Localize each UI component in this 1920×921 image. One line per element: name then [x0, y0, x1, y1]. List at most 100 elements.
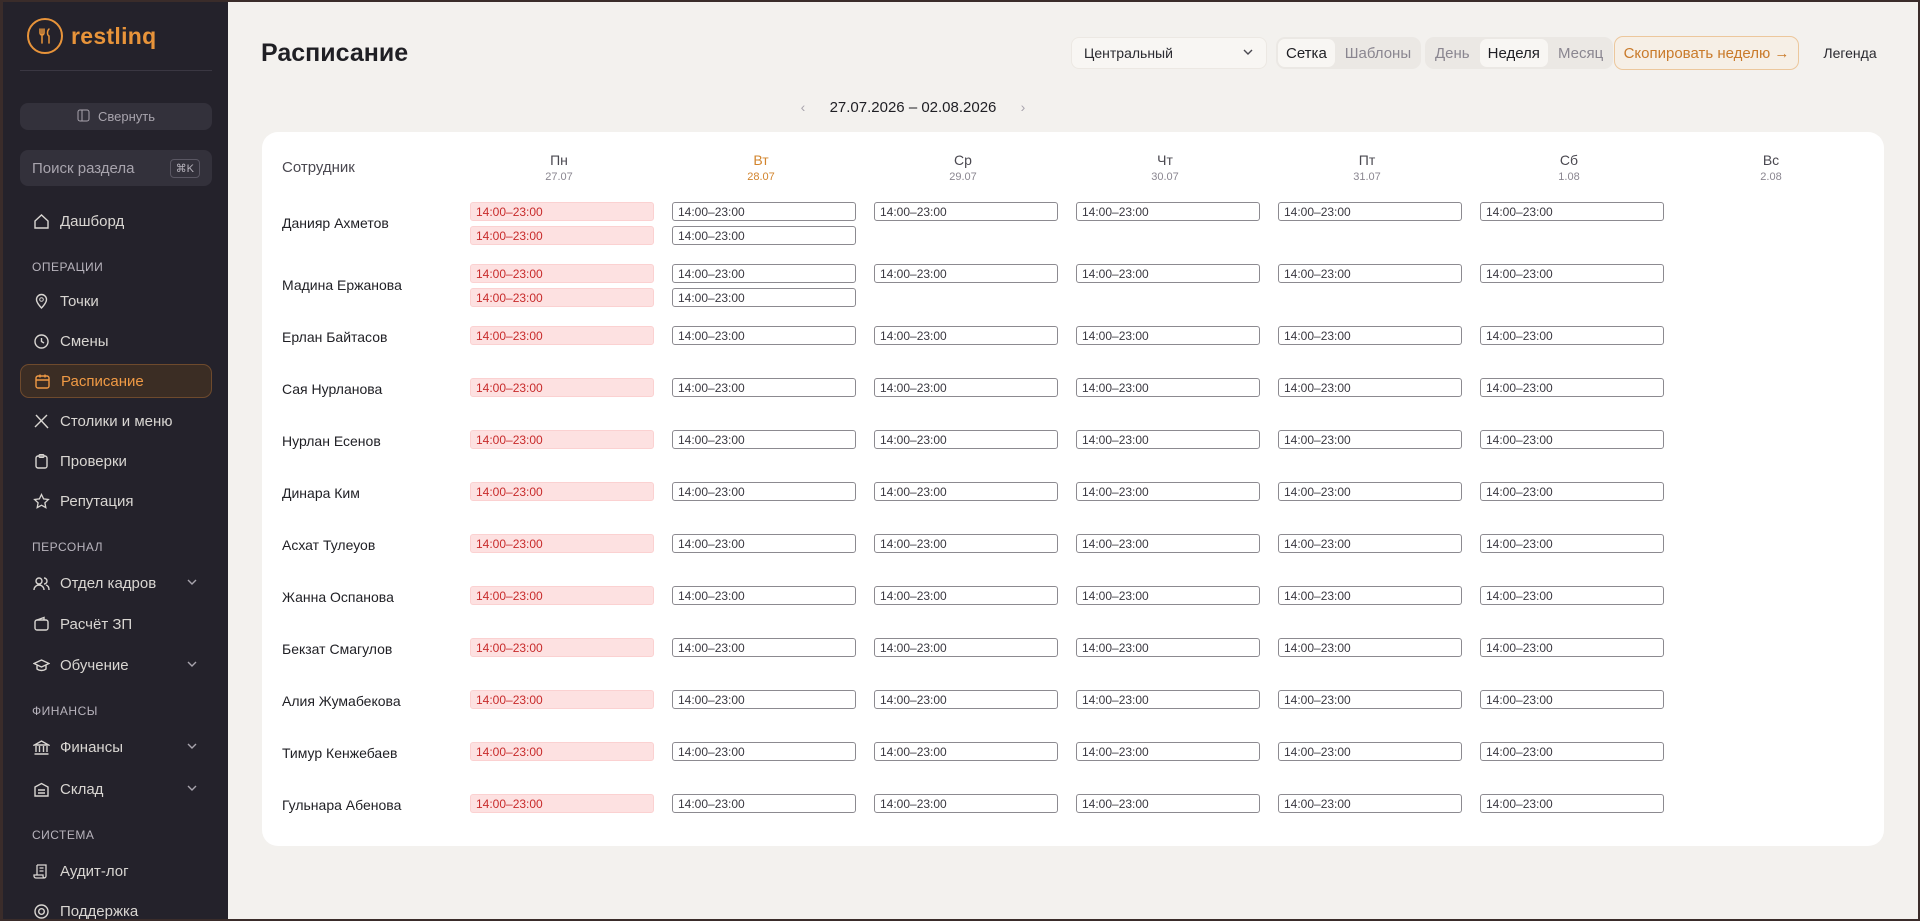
shift-cell[interactable]: 14:00–23:00 — [672, 288, 856, 307]
shift-cell-conflict[interactable]: 14:00–23:00 — [470, 638, 654, 657]
shift-cell[interactable]: 14:00–23:00 — [1480, 586, 1664, 605]
shift-cell[interactable]: 14:00–23:00 — [874, 202, 1058, 221]
sidebar-item-tables-menu[interactable]: Столики и меню — [20, 404, 212, 438]
collapse-sidebar-button[interactable]: Свернуть — [20, 103, 212, 130]
employee-name[interactable]: Гульнара Абенова — [282, 797, 401, 813]
employee-name[interactable]: Жанна Оспанова — [282, 589, 394, 605]
shift-cell[interactable]: 14:00–23:00 — [672, 378, 856, 397]
sidebar-item-payroll[interactable]: Расчёт ЗП — [20, 607, 212, 641]
shift-cell[interactable]: 14:00–23:00 — [1076, 534, 1260, 553]
shift-cell-conflict[interactable]: 14:00–23:00 — [470, 202, 654, 221]
shift-cell-conflict[interactable]: 14:00–23:00 — [470, 742, 654, 761]
shift-cell-conflict[interactable]: 14:00–23:00 — [470, 690, 654, 709]
shift-cell[interactable]: 14:00–23:00 — [874, 586, 1058, 605]
employee-name[interactable]: Мадина Ержанова — [282, 277, 402, 293]
shift-cell[interactable]: 14:00–23:00 — [1076, 742, 1260, 761]
sidebar-item-audit[interactable]: Аудит-лог — [20, 854, 212, 888]
shift-cell[interactable]: 14:00–23:00 — [1278, 482, 1462, 501]
shift-cell[interactable]: 14:00–23:00 — [1076, 378, 1260, 397]
shift-cell[interactable]: 14:00–23:00 — [672, 264, 856, 283]
view-grid-button[interactable]: Сетка — [1278, 39, 1335, 67]
sidebar-item-shifts[interactable]: Смены — [20, 324, 212, 358]
shift-cell[interactable]: 14:00–23:00 — [1480, 326, 1664, 345]
shift-cell[interactable]: 14:00–23:00 — [1076, 638, 1260, 657]
shift-cell[interactable]: 14:00–23:00 — [672, 794, 856, 813]
shift-cell[interactable]: 14:00–23:00 — [1278, 202, 1462, 221]
shift-cell[interactable]: 14:00–23:00 — [874, 794, 1058, 813]
shift-cell[interactable]: 14:00–23:00 — [672, 690, 856, 709]
shift-cell-conflict[interactable]: 14:00–23:00 — [470, 326, 654, 345]
location-select[interactable]: Центральный — [1071, 37, 1267, 69]
employee-name[interactable]: Нурлан Есенов — [282, 433, 381, 449]
shift-cell[interactable]: 14:00–23:00 — [672, 326, 856, 345]
shift-cell[interactable]: 14:00–23:00 — [1278, 586, 1462, 605]
sidebar-item-schedule[interactable]: Расписание — [20, 364, 212, 398]
sidebar-item-points[interactable]: Точки — [20, 284, 212, 318]
shift-cell[interactable]: 14:00–23:00 — [1076, 586, 1260, 605]
shift-cell[interactable]: 14:00–23:00 — [1278, 378, 1462, 397]
sidebar-item-reputation[interactable]: Репутация — [20, 484, 212, 518]
employee-name[interactable]: Сая Нурланова — [282, 381, 382, 397]
sidebar-item-hr[interactable]: Отдел кадров — [20, 566, 212, 600]
period-month-button[interactable]: Месяц — [1550, 39, 1611, 67]
shift-cell[interactable]: 14:00–23:00 — [1480, 638, 1664, 657]
employee-name[interactable]: Бекзат Смагулов — [282, 641, 392, 657]
brand-logo[interactable]: restlinq — [27, 18, 156, 54]
shift-cell[interactable]: 14:00–23:00 — [672, 638, 856, 657]
shift-cell[interactable]: 14:00–23:00 — [672, 430, 856, 449]
shift-cell[interactable]: 14:00–23:00 — [1076, 690, 1260, 709]
sidebar-item-checks[interactable]: Проверки — [20, 444, 212, 478]
copy-week-button[interactable]: Скопировать неделю → — [1614, 36, 1799, 70]
shift-cell-conflict[interactable]: 14:00–23:00 — [470, 226, 654, 245]
shift-cell[interactable]: 14:00–23:00 — [1076, 430, 1260, 449]
shift-cell[interactable]: 14:00–23:00 — [1076, 202, 1260, 221]
shift-cell[interactable]: 14:00–23:00 — [672, 742, 856, 761]
shift-cell[interactable]: 14:00–23:00 — [874, 430, 1058, 449]
shift-cell[interactable]: 14:00–23:00 — [874, 690, 1058, 709]
shift-cell-conflict[interactable]: 14:00–23:00 — [470, 482, 654, 501]
sidebar-item-dashboard[interactable]: Дашборд — [20, 204, 212, 238]
employee-name[interactable]: Асхат Тулеуов — [282, 537, 375, 553]
shift-cell[interactable]: 14:00–23:00 — [1278, 430, 1462, 449]
shift-cell[interactable]: 14:00–23:00 — [1278, 742, 1462, 761]
shift-cell[interactable]: 14:00–23:00 — [1480, 378, 1664, 397]
shift-cell[interactable]: 14:00–23:00 — [1278, 638, 1462, 657]
shift-cell-conflict[interactable]: 14:00–23:00 — [470, 430, 654, 449]
period-week-button[interactable]: Неделя — [1479, 39, 1548, 67]
shift-cell[interactable]: 14:00–23:00 — [874, 326, 1058, 345]
sidebar-item-finance[interactable]: Финансы — [20, 730, 212, 764]
shift-cell[interactable]: 14:00–23:00 — [1076, 482, 1260, 501]
shift-cell[interactable]: 14:00–23:00 — [1278, 690, 1462, 709]
shift-cell[interactable]: 14:00–23:00 — [874, 534, 1058, 553]
shift-cell[interactable]: 14:00–23:00 — [874, 378, 1058, 397]
employee-name[interactable]: Тимур Кенжебаев — [282, 745, 397, 761]
shift-cell[interactable]: 14:00–23:00 — [1278, 264, 1462, 283]
shift-cell[interactable]: 14:00–23:00 — [1278, 534, 1462, 553]
employee-name[interactable]: Данияр Ахметов — [282, 215, 389, 231]
section-search-input[interactable]: Поиск раздела ⌘K — [20, 150, 212, 186]
shift-cell[interactable]: 14:00–23:00 — [874, 742, 1058, 761]
shift-cell[interactable]: 14:00–23:00 — [1480, 202, 1664, 221]
shift-cell[interactable]: 14:00–23:00 — [672, 202, 856, 221]
shift-cell-conflict[interactable]: 14:00–23:00 — [470, 534, 654, 553]
shift-cell[interactable]: 14:00–23:00 — [672, 586, 856, 605]
period-day-button[interactable]: День — [1427, 39, 1478, 67]
shift-cell[interactable]: 14:00–23:00 — [672, 226, 856, 245]
shift-cell-conflict[interactable]: 14:00–23:00 — [470, 586, 654, 605]
employee-name[interactable]: Ерлан Байтасов — [282, 329, 387, 345]
shift-cell[interactable]: 14:00–23:00 — [1278, 326, 1462, 345]
shift-cell-conflict[interactable]: 14:00–23:00 — [470, 794, 654, 813]
shift-cell[interactable]: 14:00–23:00 — [1076, 326, 1260, 345]
sidebar-item-support[interactable]: Поддержка — [20, 894, 212, 919]
chevron-left-icon[interactable]: ‹ — [793, 99, 813, 115]
chevron-right-icon[interactable]: › — [1013, 99, 1033, 115]
shift-cell[interactable]: 14:00–23:00 — [1076, 794, 1260, 813]
legend-button[interactable]: Легенда — [1809, 37, 1891, 69]
shift-cell-conflict[interactable]: 14:00–23:00 — [470, 378, 654, 397]
shift-cell[interactable]: 14:00–23:00 — [874, 264, 1058, 283]
shift-cell[interactable]: 14:00–23:00 — [1480, 742, 1664, 761]
shift-cell[interactable]: 14:00–23:00 — [1480, 794, 1664, 813]
shift-cell[interactable]: 14:00–23:00 — [1278, 794, 1462, 813]
shift-cell[interactable]: 14:00–23:00 — [874, 638, 1058, 657]
sidebar-item-training[interactable]: Обучение — [20, 648, 212, 682]
